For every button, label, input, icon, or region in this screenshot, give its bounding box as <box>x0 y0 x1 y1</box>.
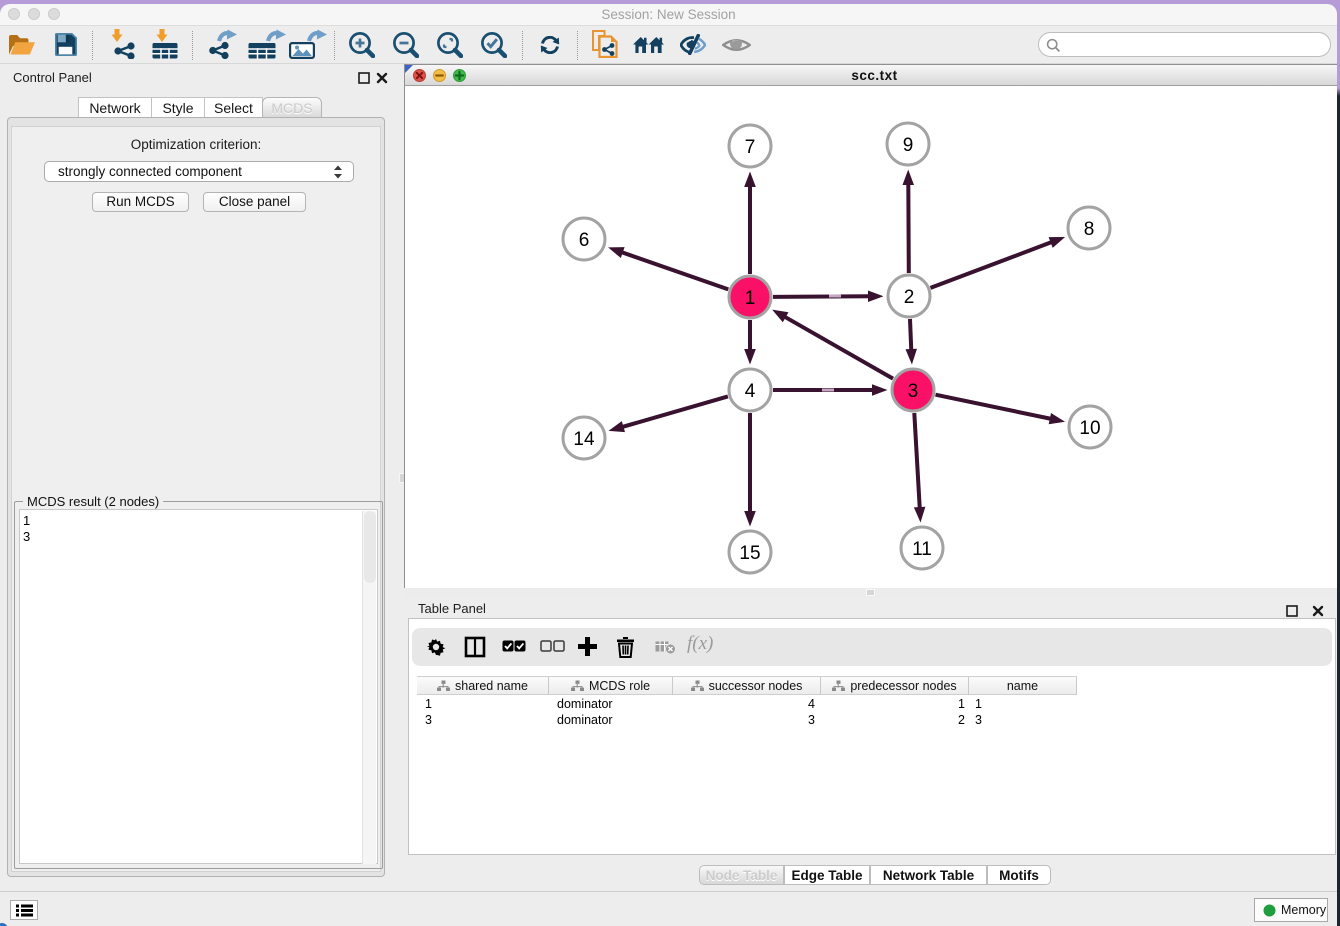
svg-text:14: 14 <box>573 429 595 450</box>
svg-text:4: 4 <box>745 381 756 402</box>
svg-text:9: 9 <box>903 135 914 156</box>
svg-text:1: 1 <box>745 288 756 309</box>
svg-text:10: 10 <box>1079 418 1100 439</box>
svg-text:8: 8 <box>1084 219 1095 240</box>
svg-text:11: 11 <box>912 539 932 560</box>
svg-text:7: 7 <box>745 137 756 158</box>
svg-text:6: 6 <box>579 230 590 251</box>
svg-text:3: 3 <box>908 381 919 402</box>
svg-text:15: 15 <box>739 543 760 564</box>
svg-text:2: 2 <box>904 287 915 308</box>
